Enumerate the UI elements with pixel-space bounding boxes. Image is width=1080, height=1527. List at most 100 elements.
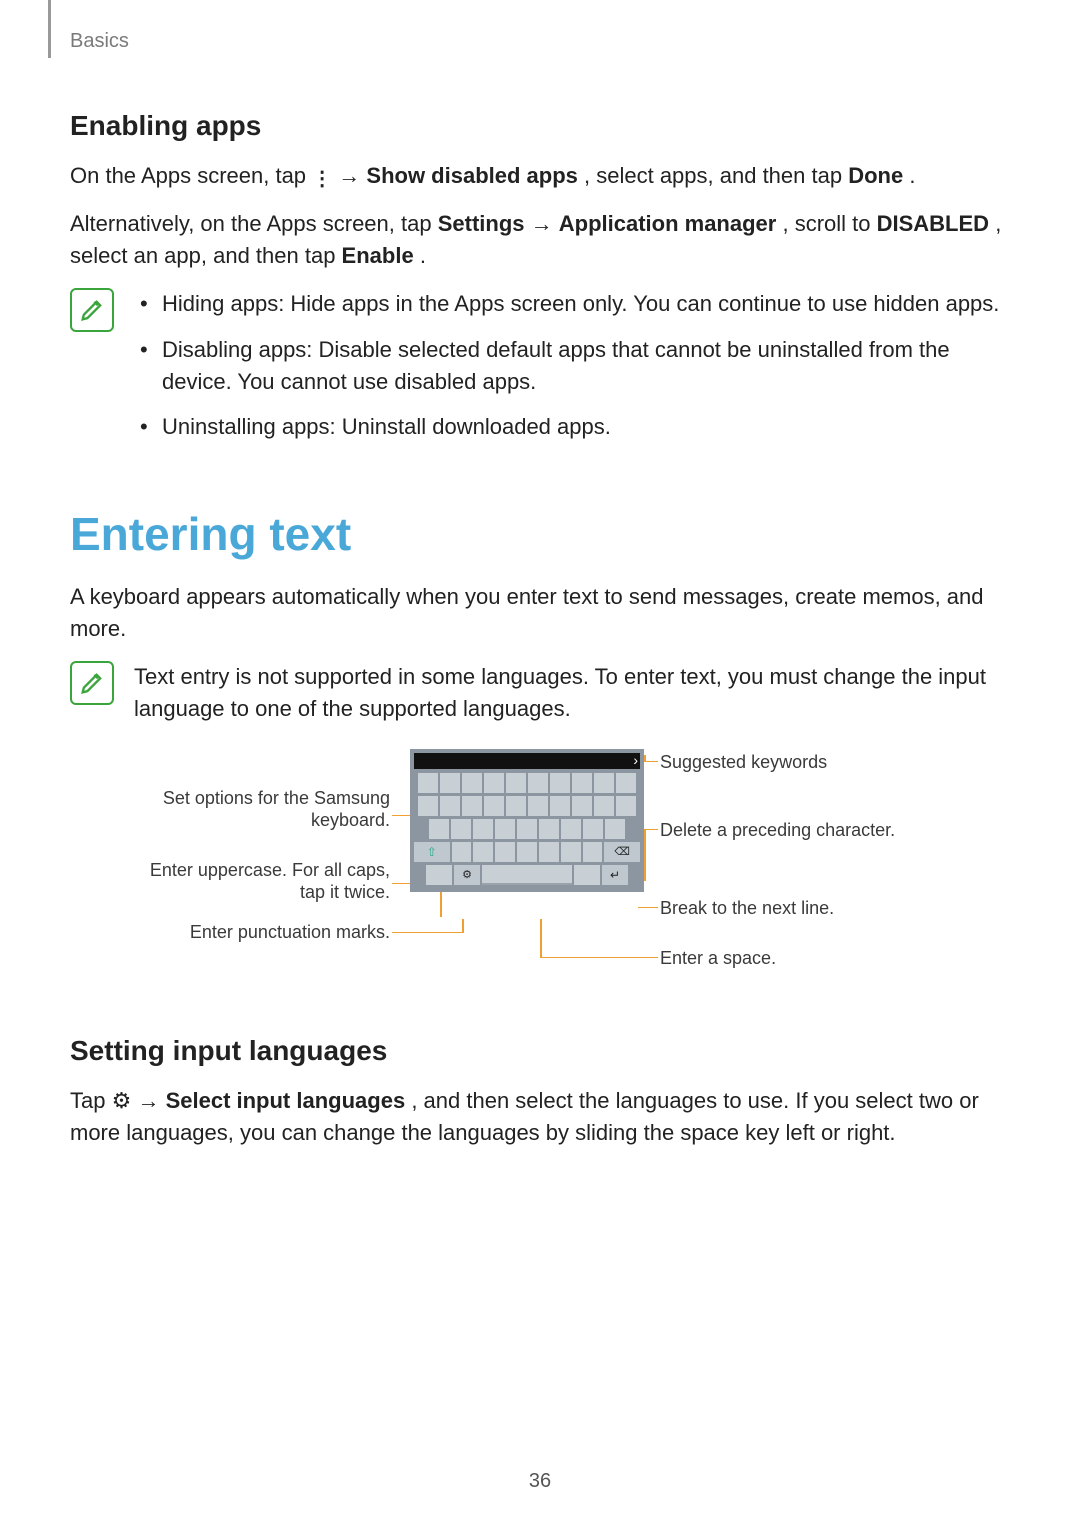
setting-input-languages-p: Tap → Select input languages , and then …: [70, 1085, 1010, 1149]
key: [594, 796, 614, 816]
key: [605, 819, 625, 839]
content: Enabling apps On the Apps screen, tap → …: [70, 110, 1010, 1149]
text-bold: Enable: [342, 243, 414, 268]
breadcrumb: Basics: [70, 30, 129, 53]
text-bold: Done: [848, 163, 903, 188]
key: [418, 773, 438, 793]
key: [539, 819, 559, 839]
key: [440, 773, 460, 793]
key: [484, 796, 504, 816]
key: [616, 773, 636, 793]
key: [583, 842, 603, 862]
text: .: [909, 163, 915, 188]
text: , scroll to: [782, 211, 876, 236]
text: →: [531, 211, 559, 236]
key: [418, 796, 438, 816]
callout-left-options: Set options for the Samsung keyboard.: [130, 787, 390, 832]
text: →: [338, 163, 366, 188]
key: [517, 842, 537, 862]
lead-line: [540, 919, 542, 957]
key: [506, 773, 526, 793]
lead-line: [644, 755, 646, 761]
text-bold: Settings: [438, 211, 525, 236]
text-bold: Application manager: [559, 211, 777, 236]
gear-icon: [112, 1088, 132, 1113]
key: [429, 819, 449, 839]
lead-line: [540, 957, 658, 959]
note-icon-container: [70, 288, 114, 458]
text: Tap: [70, 1088, 112, 1113]
space-key: [482, 865, 572, 885]
key: [473, 819, 493, 839]
side-rule: [48, 0, 51, 58]
key: [561, 819, 581, 839]
pencil-note-icon: [78, 296, 106, 324]
text-bold: Select input languages: [166, 1088, 406, 1113]
enabling-apps-p2: Alternatively, on the Apps screen, tap S…: [70, 208, 1010, 272]
text: Text entry is not supported in some lang…: [134, 664, 986, 721]
entering-text-intro: A keyboard appears automatically when yo…: [70, 581, 1010, 645]
more-options-icon: [312, 162, 332, 194]
note-icon: [70, 288, 114, 332]
enter-key-icon: ↵: [602, 865, 628, 885]
note-block: Text entry is not supported in some lang…: [70, 661, 1010, 725]
note-icon-container: [70, 661, 114, 725]
list-item: Hiding apps: Hide apps in the Apps scree…: [134, 288, 1010, 320]
gear-key-icon: ⚙: [454, 865, 480, 885]
lead-line: [638, 907, 658, 909]
keyboard-figure: Set options for the Samsung keyboard. En…: [130, 749, 950, 999]
text: , select apps, and then tap: [584, 163, 848, 188]
key: [451, 819, 471, 839]
key: [572, 773, 592, 793]
list-item: Disabling apps: Disable selected default…: [134, 334, 1010, 398]
enabling-apps-p1: On the Apps screen, tap → Show disabled …: [70, 160, 1010, 194]
lead-line: [462, 919, 464, 933]
callout-right-newline: Break to the next line.: [660, 897, 834, 920]
key: [452, 842, 472, 862]
key: [506, 796, 526, 816]
text: Alternatively, on the Apps screen, tap: [70, 211, 438, 236]
note-body: Hiding apps: Hide apps in the Apps scree…: [134, 288, 1010, 458]
key: [462, 796, 482, 816]
key: [539, 842, 559, 862]
key: [594, 773, 614, 793]
key: [462, 773, 482, 793]
heading-setting-input-languages: Setting input languages: [70, 1035, 1010, 1067]
key-row: [414, 796, 640, 816]
page-number: 36: [0, 1470, 1080, 1493]
pencil-note-icon: [78, 669, 106, 697]
heading-enabling-apps: Enabling apps: [70, 110, 1010, 142]
callout-right-delete: Delete a preceding character.: [660, 819, 895, 842]
key: [484, 773, 504, 793]
key: [550, 773, 570, 793]
chevron-right-icon: ›: [633, 752, 638, 768]
key: [574, 865, 600, 885]
key-row: ⚙ ↵: [414, 865, 640, 885]
note-bullet-list: Hiding apps: Hide apps in the Apps scree…: [134, 288, 1010, 444]
key: [616, 796, 636, 816]
text: →: [137, 1088, 165, 1113]
note-block: Hiding apps: Hide apps in the Apps scree…: [70, 288, 1010, 458]
key: [426, 865, 452, 885]
heading-entering-text: Entering text: [70, 507, 1010, 561]
key-row: [414, 819, 640, 839]
key: [528, 773, 548, 793]
key: [583, 819, 603, 839]
keyboard-diagram: › ⇧ ⌫ ⚙: [410, 749, 644, 892]
page: Basics Enabling apps On the Apps screen,…: [0, 0, 1080, 1527]
lead-line: [644, 829, 646, 881]
callout-left-uppercase: Enter uppercase. For all caps, tap it tw…: [130, 859, 390, 904]
suggestion-bar: ›: [414, 753, 640, 769]
lead-line: [392, 932, 462, 934]
callout-right-space: Enter a space.: [660, 947, 776, 970]
key-row: [414, 773, 640, 793]
text: .: [420, 243, 426, 268]
note-body: Text entry is not supported in some lang…: [134, 661, 1010, 725]
note-icon: [70, 661, 114, 705]
key: [517, 819, 537, 839]
callout-left-punctuation: Enter punctuation marks.: [130, 921, 390, 944]
text: On the Apps screen, tap: [70, 163, 312, 188]
key: [528, 796, 548, 816]
callout-right-suggested: Suggested keywords: [660, 751, 827, 774]
key: [572, 796, 592, 816]
